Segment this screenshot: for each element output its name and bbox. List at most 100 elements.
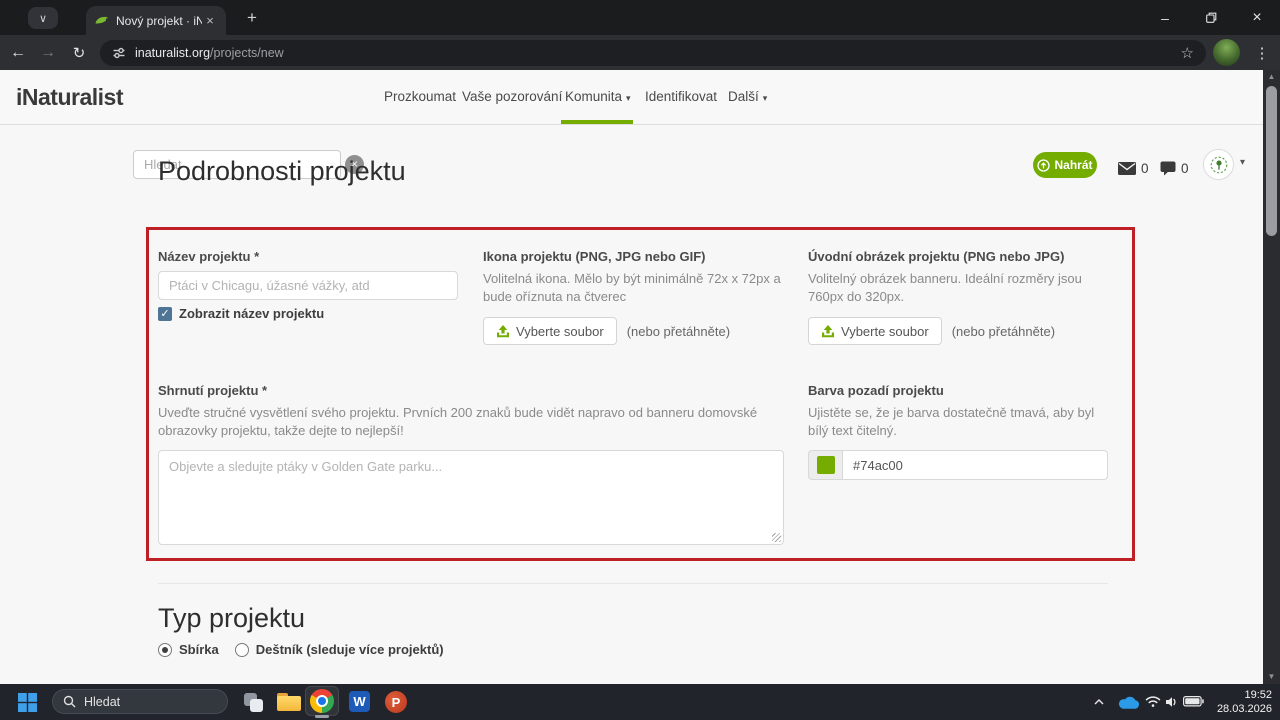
reload-icon: ↻ <box>73 44 86 62</box>
upload-tray-icon <box>496 325 510 338</box>
url-path: /projects/new <box>210 46 284 60</box>
color-swatch-cell[interactable] <box>808 450 842 480</box>
windows-logo-icon <box>18 693 37 712</box>
umbrella-radio-label: Deštník (sleduje více projektů) <box>256 642 444 657</box>
collection-radio-label: Sbírka <box>179 642 219 657</box>
plus-icon: + <box>247 8 257 27</box>
nav-your-observations[interactable]: Vaše pozorování <box>462 70 562 124</box>
close-icon: × <box>1252 9 1261 27</box>
caret-down-icon: ▾ <box>763 93 768 103</box>
project-name-input[interactable] <box>158 271 458 300</box>
browser-tab[interactable]: Nový projekt · iNaturalist × <box>86 6 226 35</box>
chevron-up-icon <box>1094 699 1104 705</box>
clock-date: 28.03.2026 <box>1217 702 1272 716</box>
nav-more[interactable]: Další ▾ <box>728 70 767 124</box>
taskbar-search[interactable]: Hledat <box>52 689 228 714</box>
display-name-checkbox-label: Zobrazit název projektu <box>179 306 324 321</box>
account-menu-button[interactable] <box>1203 149 1253 181</box>
wifi-icon <box>1145 695 1161 708</box>
chrome-icon <box>310 689 334 713</box>
address-bar[interactable]: inaturalist.org/projects/new ☆ <box>100 40 1206 66</box>
banner-choose-file-button[interactable]: Vyberte soubor <box>808 317 942 345</box>
task-view-icon <box>244 693 263 712</box>
textarea-resize-handle[interactable] <box>772 533 781 542</box>
nav-community[interactable]: Komunita▾ <box>565 70 631 124</box>
project-summary-label: Shrnutí projektu * <box>158 383 267 398</box>
icon-choose-file-label: Vyberte soubor <box>516 324 604 339</box>
bookmark-star-icon[interactable]: ☆ <box>1181 44 1194 62</box>
nav-more-label: Další <box>728 89 759 104</box>
nav-explore[interactable]: Prozkoumat <box>384 70 456 124</box>
project-banner-upload-row: Vyberte soubor (nebo přetáhněte) <box>808 317 1055 345</box>
wifi-button[interactable] <box>1145 695 1161 708</box>
project-type-title: Typ projektu <box>158 603 305 634</box>
display-name-option: ✓ Zobrazit název projektu <box>158 306 324 321</box>
page-title: Podrobnosti projektu <box>158 156 406 187</box>
page-scrollbar[interactable]: ▲ ▼ <box>1263 70 1280 684</box>
browser-tab-strip: ∨ Nový projekt · iNaturalist × + – × <box>0 0 1280 35</box>
scroll-down-icon[interactable]: ▼ <box>1263 670 1280 684</box>
upload-button[interactable]: Nahrát <box>1033 152 1097 178</box>
restore-button[interactable] <box>1188 0 1234 35</box>
active-tab-underline <box>561 120 633 124</box>
clock-time: 19:52 <box>1217 688 1272 702</box>
nav-identify[interactable]: Identifikovat <box>645 70 717 124</box>
project-banner-description: Volitelný obrázek banneru. Ideální rozmě… <box>808 270 1108 306</box>
taskbar: Hledat W P 19:52 28.03.2026 <box>0 684 1280 720</box>
scrollbar-thumb[interactable] <box>1266 86 1277 236</box>
url-text: inaturalist.org/projects/new <box>135 46 284 60</box>
project-summary-description: Uveďte stručné vysvětlení svého projektu… <box>158 404 788 440</box>
project-summary-textarea[interactable] <box>158 450 784 545</box>
nav-community-label: Komunita <box>565 89 622 104</box>
tab-close-icon[interactable]: × <box>202 13 218 29</box>
scroll-up-icon[interactable]: ▲ <box>1263 70 1280 84</box>
powerpoint-icon: P <box>392 695 401 710</box>
icon-drag-hint: (nebo přetáhněte) <box>627 324 730 339</box>
browser-menu-button[interactable]: ⋮ <box>1252 40 1272 66</box>
color-value-input[interactable] <box>842 450 1108 480</box>
icon-choose-file-button[interactable]: Vyberte soubor <box>483 317 617 345</box>
minimize-button[interactable]: – <box>1142 0 1188 35</box>
restore-icon <box>1206 12 1217 23</box>
new-tab-button[interactable]: + <box>240 8 264 28</box>
chrome-button[interactable] <box>305 686 339 716</box>
tab-search-button[interactable]: ∨ <box>28 7 58 29</box>
option-collection[interactable]: Sbírka <box>158 642 219 657</box>
background-color-label: Barva pozadí projektu <box>808 383 944 398</box>
battery-button[interactable] <box>1183 696 1204 707</box>
volume-button[interactable] <box>1164 695 1179 708</box>
reload-button[interactable]: ↻ <box>65 39 93 67</box>
banner-drag-hint: (nebo přetáhněte) <box>952 324 1055 339</box>
collection-radio[interactable] <box>158 643 172 657</box>
active-app-indicator <box>315 715 329 718</box>
search-icon <box>63 695 76 708</box>
comments-button[interactable]: 0 <box>1160 154 1189 182</box>
word-button[interactable]: W <box>349 691 370 712</box>
umbrella-radio[interactable] <box>235 643 249 657</box>
option-umbrella[interactable]: Deštník (sleduje více projektů) <box>235 642 444 657</box>
browser-profile-avatar[interactable] <box>1213 39 1240 66</box>
menu-icon: ⋮ <box>1255 44 1270 62</box>
onedrive-button[interactable] <box>1116 695 1140 709</box>
site-info-icon[interactable] <box>112 46 126 60</box>
task-view-button[interactable] <box>243 692 263 712</box>
messages-count: 0 <box>1141 161 1149 176</box>
battery-icon <box>1183 696 1204 707</box>
tray-expand-button[interactable] <box>1092 696 1106 708</box>
taskbar-clock[interactable]: 19:52 28.03.2026 <box>1217 688 1272 716</box>
display-name-checkbox[interactable]: ✓ <box>158 307 172 321</box>
messages-button[interactable]: 0 <box>1118 154 1149 182</box>
inaturalist-favicon-icon <box>94 13 109 28</box>
background-color-description: Ujistěte se, že je barva dostatečně tmav… <box>808 404 1108 440</box>
back-button[interactable]: ← <box>4 39 32 67</box>
chat-bubble-icon <box>1160 161 1176 176</box>
close-window-button[interactable]: × <box>1234 0 1280 35</box>
inaturalist-logo[interactable]: iNaturalist <box>16 70 123 124</box>
project-icon-upload-row: Vyberte soubor (nebo přetáhněte) <box>483 317 730 345</box>
powerpoint-button[interactable]: P <box>385 691 407 713</box>
forward-button[interactable]: → <box>34 39 62 67</box>
start-button[interactable] <box>16 691 38 713</box>
tab-title: Nový projekt · iNaturalist <box>116 14 202 28</box>
cloud-icon <box>1117 695 1140 709</box>
file-explorer-button[interactable] <box>277 692 301 712</box>
